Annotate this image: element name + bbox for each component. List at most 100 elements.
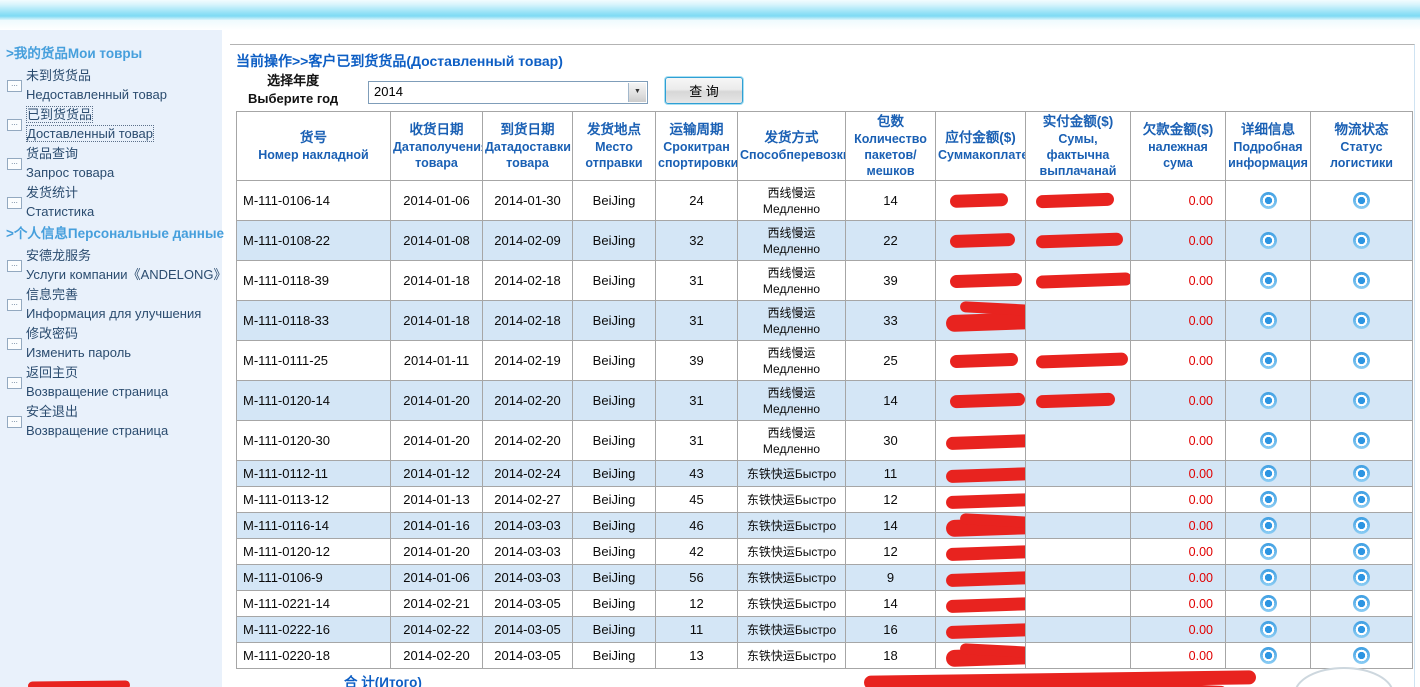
cell-cycle: 39 [656,341,738,381]
cell-cycle: 32 [656,221,738,261]
cell-origin: BeiJing [573,513,656,539]
cell-receive-date: 2014-01-18 [391,301,483,341]
logistics-status-icon[interactable] [1353,232,1370,249]
detail-info-icon[interactable] [1260,272,1277,289]
tree-expand-icon[interactable]: ... [7,416,22,428]
cell-detail [1226,301,1311,341]
logistics-status-icon[interactable] [1353,192,1370,209]
column-header-ru: Срокитран спортировки [658,139,735,172]
method-cn: 西线慢运 [740,345,843,361]
detail-info-icon[interactable] [1260,491,1277,508]
sidebar-item-selected-cn: 已到货货品 [26,106,93,123]
cell-receive-date: 2014-01-20 [391,421,483,461]
sidebar-item-label-ru: Изменить пароль [26,343,222,362]
logistics-status-icon[interactable] [1353,432,1370,449]
cell-packages: 14 [846,381,936,421]
tree-expand-icon[interactable]: ... [7,299,22,311]
redaction-scribble [1036,352,1128,368]
sidebar-section-header[interactable]: >个人信息Персональные данные [0,222,222,246]
logistics-status-icon[interactable] [1353,465,1370,482]
cell-paid-redacted [1026,591,1131,617]
logistics-status-icon[interactable] [1353,517,1370,534]
cell-receive-date: 2014-01-18 [391,261,483,301]
main-content: 当前操作>>客户已到货货品(Доставленный товар) 选择年度 В… [230,44,1415,687]
tree-expand-icon[interactable]: ... [7,197,22,209]
sidebar-item[interactable]: ...返回主页Возвращение страница [0,363,222,401]
sidebar-item[interactable]: ...信息完善Информация для улучшения [0,285,222,323]
cell-detail [1226,539,1311,565]
cell-payable-redacted [936,181,1026,221]
tree-expand-icon[interactable]: ... [7,80,22,92]
detail-info-icon[interactable] [1260,517,1277,534]
cell-status [1311,181,1413,221]
cell-method: 西线慢运Медленно [738,421,846,461]
cell-cycle: 24 [656,181,738,221]
logistics-status-icon[interactable] [1353,352,1370,369]
detail-info-icon[interactable] [1260,465,1277,482]
logistics-status-icon[interactable] [1353,312,1370,329]
cell-cargo-no: M-111-0106-9 [237,565,391,591]
sidebar-item[interactable]: ...修改密码Изменить пароль [0,324,222,362]
logistics-status-icon[interactable] [1353,569,1370,586]
detail-info-icon[interactable] [1260,569,1277,586]
search-button[interactable]: 查 询 [665,77,743,104]
tree-expand-icon[interactable]: ... [7,119,22,131]
cell-status [1311,381,1413,421]
logistics-status-icon[interactable] [1353,621,1370,638]
decorative-arc [1294,667,1394,687]
tree-expand-icon[interactable]: ... [7,158,22,170]
method-ru: Медленно [740,361,843,377]
cell-packages: 11 [846,461,936,487]
sidebar-item[interactable]: ... 已到货货品Доставленный товар [0,105,222,143]
cell-packages: 12 [846,539,936,565]
sidebar-item[interactable]: ...安德龙服务Услуги компании《ANDELONG》 [0,246,222,284]
logistics-status-icon[interactable] [1353,491,1370,508]
detail-info-icon[interactable] [1260,432,1277,449]
sidebar-item-label-cn: 发货统计 [26,183,222,202]
sidebar-item[interactable]: ...未到货货品Недоставленный товар [0,66,222,104]
detail-info-icon[interactable] [1260,543,1277,560]
cell-debt: 0.00 [1131,421,1226,461]
detail-info-icon[interactable] [1260,192,1277,209]
logistics-status-icon[interactable] [1353,392,1370,409]
detail-info-icon[interactable] [1260,621,1277,638]
detail-info-icon[interactable] [1260,392,1277,409]
tree-expand-icon[interactable]: ... [7,338,22,350]
cell-method: 东铁快运Быстро [738,539,846,565]
sidebar-item-label-ru: Доставленный товар [26,124,222,143]
cell-payable-redacted [936,565,1026,591]
logistics-status-icon[interactable] [1353,647,1370,664]
sidebar-item-label-cn: 返回主页 [26,363,222,382]
detail-info-icon[interactable] [1260,595,1277,612]
cell-cargo-no: M-111-0106-14 [237,181,391,221]
cell-origin: BeiJing [573,565,656,591]
chevron-down-icon[interactable]: ▼ [628,83,646,102]
tree-expand-icon[interactable]: ... [7,260,22,272]
year-select-value: 2014 [374,84,403,99]
column-header-ru: Сумы, фактычна выплачанай [1028,131,1128,180]
cell-payable-redacted [936,261,1026,301]
detail-info-icon[interactable] [1260,232,1277,249]
sidebar-item[interactable]: ...发货统计Статистика [0,183,222,221]
detail-info-icon[interactable] [1260,647,1277,664]
cell-receive-date: 2014-01-06 [391,565,483,591]
sidebar-item-label-cn: 未到货货品 [26,66,222,85]
method-ru: Медленно [740,201,843,217]
detail-info-icon[interactable] [1260,312,1277,329]
logistics-status-icon[interactable] [1353,595,1370,612]
year-select[interactable]: 2014 ▼ [368,81,648,104]
method-cn: 西线慢运 [740,265,843,281]
redaction-scribble [1036,192,1114,208]
sidebar-item-label-cn: 已到货货品 [26,105,222,124]
cell-cargo-no: M-111-0112-11 [237,461,391,487]
logistics-status-icon[interactable] [1353,543,1370,560]
sidebar-item[interactable]: ...货品查询Запрос товара [0,144,222,182]
sidebar-item[interactable]: ...安全退出Возвращение страница [0,402,222,440]
sidebar-section-header[interactable]: >我的货品Мои товры [0,42,222,66]
tree-expand-icon[interactable]: ... [7,377,22,389]
cell-packages: 25 [846,341,936,381]
column-header: 收货日期Датаполучения товара [391,112,483,181]
cell-arrival-date: 2014-02-18 [483,261,573,301]
logistics-status-icon[interactable] [1353,272,1370,289]
detail-info-icon[interactable] [1260,352,1277,369]
